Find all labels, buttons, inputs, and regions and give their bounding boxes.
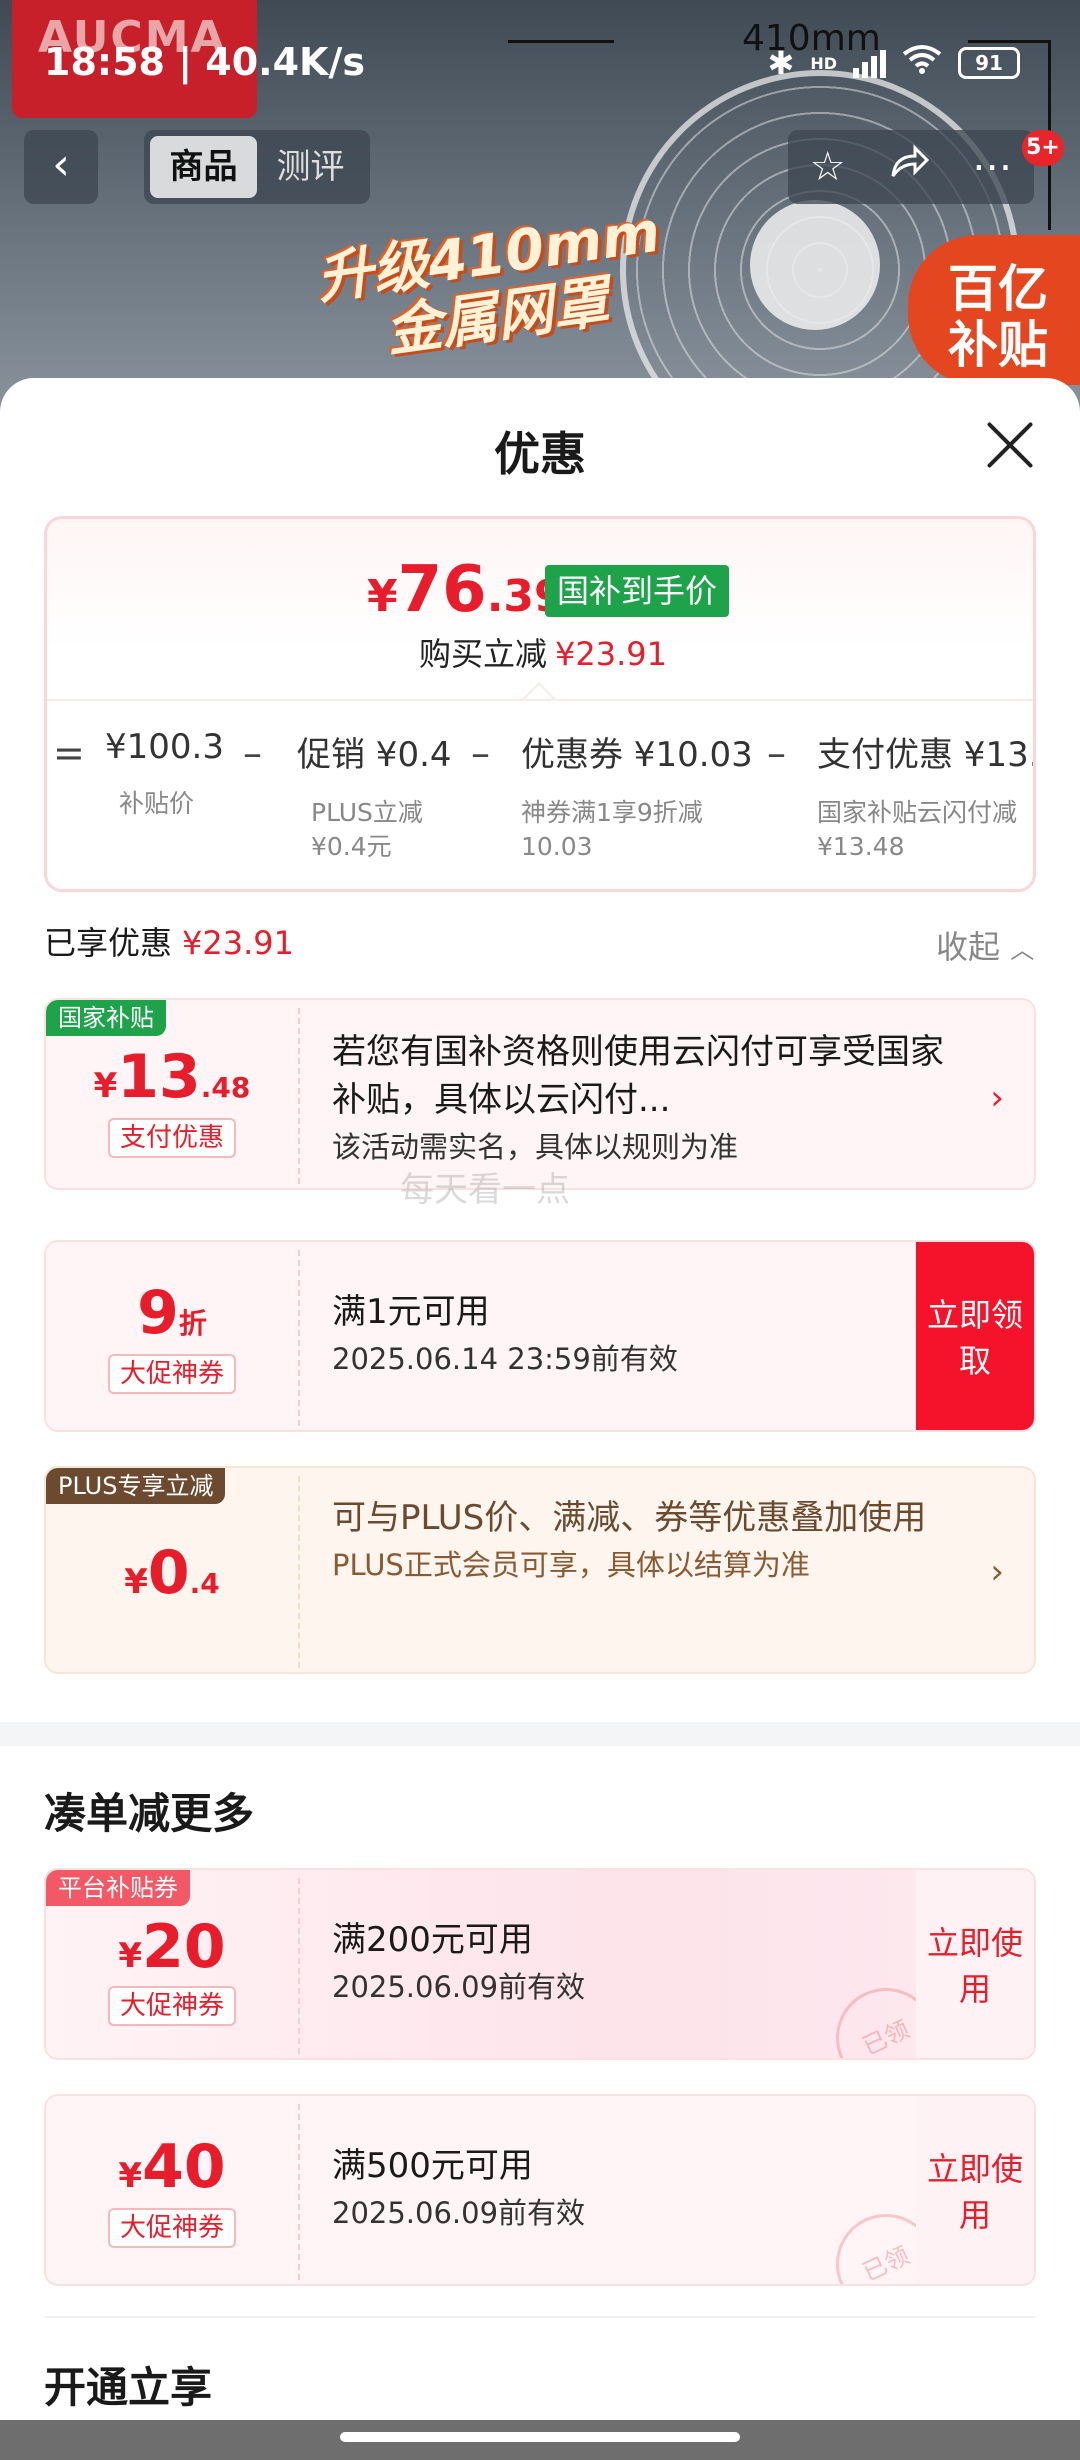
- divider: [44, 2316, 1036, 2318]
- section-gap: [0, 1722, 1080, 1746]
- coupon-title: 满200元可用: [332, 1920, 533, 1960]
- coupon-type-pill: 大促神券: [108, 1354, 236, 1394]
- use-button[interactable]: 立即使用: [916, 1870, 1034, 2058]
- use-button[interactable]: 立即使用: [916, 2096, 1034, 2284]
- breakdown-coupon: 优惠券 ¥10.03 神券满1享9折减 10.03: [521, 735, 753, 861]
- breakdown-pay: 支付优惠 ¥13.48 国家补贴云闪付减 ¥13.48: [817, 735, 1033, 861]
- cart-badge: 5+: [1022, 130, 1064, 166]
- final-price: ¥76.39: [367, 553, 565, 627]
- share-icon[interactable]: [889, 144, 930, 190]
- plus-discount-coupon[interactable]: PLUS专享立减 ¥0.4 可与PLUS价、满减、券等优惠叠加使用 PLUS正式…: [44, 1466, 1036, 1674]
- breakdown-subsidy-price: ¥100.3 补贴价: [105, 727, 224, 818]
- promo-text: 升级410mm 金属网罩: [312, 199, 665, 365]
- corner-tag: PLUS专享立减: [46, 1468, 226, 1504]
- minus-sign: –: [767, 731, 786, 775]
- discount-sheet: 优惠 ¥76.39 国补到手价 购买立减 ¥23.91 = ¥100.3 补贴价 …: [0, 378, 1080, 2460]
- minus-sign: –: [243, 731, 262, 775]
- claim-button[interactable]: 立即领取: [916, 1242, 1034, 1430]
- equals-sign: =: [53, 731, 85, 775]
- card-divider: [298, 1250, 300, 1426]
- coupon-type-pill: 大促神券: [108, 1986, 236, 2026]
- collapse-button[interactable]: 收起 ︿: [936, 922, 1034, 968]
- more-discount-heading: 凑单减更多: [44, 1789, 255, 1838]
- discount-coupon[interactable]: 9折 大促神券 满1元可用 2025.06.14 23:59前有效 立即领取: [44, 1240, 1036, 1432]
- reduce-line: 购买立减 ¥23.91: [419, 635, 667, 673]
- hd-icon: HD: [810, 53, 837, 73]
- sheet-title: 优惠: [494, 427, 586, 481]
- card-divider: [298, 1878, 300, 2054]
- chevron-right-icon[interactable]: ›: [990, 1552, 1004, 1592]
- card-divider: [298, 1476, 300, 1668]
- minus-sign: –: [471, 731, 490, 775]
- open-membership-heading: 开通立享: [44, 2363, 213, 2412]
- tab-review[interactable]: 测评: [257, 136, 364, 198]
- price-breakdown[interactable]: = ¥100.3 补贴价 – 促销 ¥0.4 PLUS立减 ¥0.4元 – 优惠…: [47, 699, 1033, 889]
- bluetooth-icon: ✱: [767, 44, 795, 82]
- coupon-title: 若您有国补资格则使用云闪付可享受国家补贴，具体以云闪付...: [332, 1032, 944, 1120]
- price-summary-card: ¥76.39 国补到手价 购买立减 ¥23.91 = ¥100.3 补贴价 – 促…: [44, 516, 1036, 892]
- coupon-title: 可与PLUS价、满减、券等优惠叠加使用: [332, 1498, 927, 1538]
- signal-icon: [853, 48, 886, 78]
- star-icon[interactable]: ☆: [810, 144, 846, 190]
- coupon-amount: ¥0.4: [124, 1538, 220, 1608]
- corner-tag: 平台补贴券: [46, 1870, 190, 1906]
- big-promo-coupon[interactable]: ¥40 大促神券 满500元可用 2025.06.09前有效 已领 立即使用: [44, 2094, 1036, 2286]
- chevron-up-icon: ︿: [1010, 936, 1035, 964]
- coupon-subtitle: PLUS正式会员可享，具体以结算为准: [332, 1548, 810, 1582]
- action-bar: ☆ ⋯: [788, 130, 1034, 204]
- watermark: 每天看一点: [400, 1170, 570, 1210]
- fan-hub: [750, 200, 880, 330]
- coupon-title: 满500元可用: [332, 2146, 533, 2186]
- subsidy-badge: 百亿 补贴: [908, 235, 1080, 385]
- card-divider: [298, 2104, 300, 2280]
- wifi-icon: [902, 44, 942, 82]
- back-button[interactable]: ‹: [24, 130, 98, 204]
- close-icon[interactable]: [982, 418, 1038, 474]
- coupon-amount: ¥20: [118, 1912, 226, 1982]
- battery-icon: 91: [958, 47, 1020, 79]
- platform-subsidy-coupon[interactable]: 平台补贴券 ¥20 大促神券 满200元可用 2025.06.09前有效 已领 …: [44, 1868, 1036, 2060]
- chevron-right-icon[interactable]: ›: [990, 1078, 1004, 1118]
- breakdown-promo: 促销 ¥0.4 PLUS立减 ¥0.4元: [297, 735, 452, 861]
- tab-bar: 商品 测评: [144, 130, 370, 204]
- coupon-type-pill: 支付优惠: [108, 1118, 236, 1158]
- more-icon[interactable]: ⋯: [972, 144, 1012, 190]
- price-tag: 国补到手价: [545, 565, 730, 617]
- tab-product[interactable]: 商品: [150, 136, 257, 198]
- coupon-amount: ¥40: [118, 2132, 226, 2202]
- card-divider: [298, 1008, 300, 1184]
- back-icon: ‹: [52, 139, 70, 190]
- coupon-amount: 9折: [137, 1278, 207, 1348]
- enjoyed-discount: 已享优惠 ¥23.91: [44, 924, 294, 962]
- coupon-title: 满1元可用: [332, 1292, 490, 1332]
- coupon-subtitle: 2025.06.14 23:59前有效: [332, 1342, 678, 1376]
- coupon-type-pill: 大促神券: [108, 2208, 236, 2248]
- coupon-amount: ¥13.48: [93, 1042, 251, 1112]
- home-indicator[interactable]: [340, 2432, 740, 2442]
- status-time: 18:58 | 40.4K/s: [44, 40, 365, 84]
- corner-tag: 国家补贴: [46, 1000, 166, 1036]
- status-icons: ✱ HD 91: [768, 44, 1020, 82]
- status-bar: 18:58 | 40.4K/s ✱ HD 91: [0, 40, 1080, 100]
